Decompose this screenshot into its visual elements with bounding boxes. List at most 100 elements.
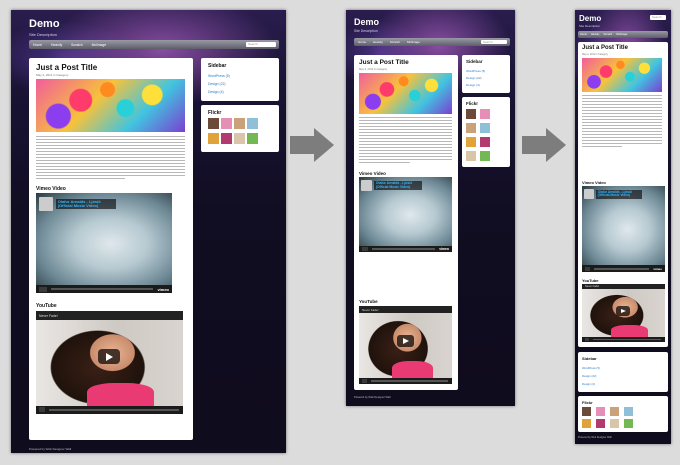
play-icon[interactable] [585, 338, 589, 342]
vimeo-progress-bar[interactable] [51, 287, 154, 291]
nav-item-home[interactable]: Home [580, 33, 587, 36]
youtube-controls [359, 377, 452, 384]
youtube-title-bar: Never Fade! [359, 306, 452, 314]
vimeo-player[interactable]: Olafur Arnalds - Ljósiö (Official Music … [582, 186, 665, 272]
youtube-play-button[interactable] [98, 349, 120, 364]
youtube-title-bar: Never Fade! [36, 311, 183, 321]
nav-item-mclimage[interactable]: Mclimage [616, 33, 627, 36]
site-footer: Powered by Web Designer Wall [578, 436, 612, 439]
sidebar-link-design[interactable]: Design (22) [582, 374, 596, 378]
sidebar-link-design-2[interactable]: Design (4) [466, 83, 480, 87]
post-body-text [582, 95, 662, 149]
post-featured-image [359, 73, 452, 114]
play-icon[interactable] [362, 378, 367, 383]
vimeo-logo[interactable]: vimeo [157, 287, 172, 292]
vimeo-header: Olafur Arnalds - Ljósiö (Official Music … [38, 197, 170, 211]
sidebar-link-wordpress[interactable]: WordPress (5) [208, 74, 230, 78]
play-icon[interactable] [585, 266, 590, 271]
search-input[interactable]: Search [246, 42, 276, 47]
sidebar-panel: Sidebar WordPress (5) Design (22) Design… [578, 352, 668, 392]
youtube-video-title[interactable]: Never Fade! [585, 285, 599, 288]
vimeo-video-title[interactable]: Olafur Arnalds - Ljósiö (Official Music … [373, 180, 422, 191]
site-title[interactable]: Demo [29, 18, 60, 30]
nav-item-heavily[interactable]: Heavily [373, 40, 383, 44]
site-title[interactable]: Demo [579, 14, 601, 23]
site-footer: Powered by Web Designer Wall [354, 396, 391, 399]
post-featured-image [582, 58, 662, 92]
search-input[interactable]: Search [481, 40, 507, 44]
youtube-progress-bar[interactable] [371, 379, 448, 382]
search-input[interactable]: Search [650, 15, 666, 20]
nav-item-scratch[interactable]: Scratch [71, 43, 83, 47]
vimeo-logo[interactable]: vimeo [439, 247, 452, 251]
vimeo-logo[interactable]: vimeo [653, 267, 665, 271]
vimeo-avatar [360, 180, 372, 191]
sidebar-title: Sidebar [208, 63, 227, 69]
post-body-text [359, 117, 452, 165]
desktop-layout-frame: Demo Site Description Home Heavily Scrat… [11, 10, 286, 453]
site-footer: Powered by Web Designer Wall [29, 447, 72, 451]
youtube-play-button[interactable] [616, 306, 630, 316]
nav-item-mclimage[interactable]: Mclimage [407, 40, 420, 44]
site-title[interactable]: Demo [354, 17, 379, 27]
nav-item-scratch[interactable]: Scratch [390, 40, 400, 44]
sidebar-link-wordpress[interactable]: WordPress (5) [466, 69, 485, 73]
play-icon[interactable] [39, 286, 47, 292]
vimeo-video-title[interactable]: Olafur Arnalds - Ljósiö (Official Music … [595, 189, 642, 199]
youtube-player[interactable]: Never Fade! [359, 306, 452, 384]
sidebar-link-wordpress[interactable]: WordPress (5) [582, 366, 600, 370]
nav-item-mclimage[interactable]: Mclimage [92, 43, 107, 47]
mobile-layout-frame: Demo Site Description Search Home Heavil… [575, 10, 671, 444]
vimeo-player[interactable]: Olafur Arnalds - Ljósiö (Official Music … [36, 193, 172, 293]
youtube-player[interactable]: Never Fade! [36, 311, 183, 414]
post-title[interactable]: Just a Post Title [36, 63, 97, 72]
sidebar-link-design[interactable]: Design (22) [208, 82, 226, 86]
nav-item-home[interactable]: Home [33, 43, 42, 47]
main-nav: Home Heavily Scratch Mclimage Search [354, 38, 510, 46]
youtube-play-button[interactable] [397, 335, 414, 347]
vimeo-controls: vimeo [582, 265, 665, 272]
youtube-heading: YouTube [359, 299, 378, 304]
nav-item-scratch[interactable]: Scratch [603, 33, 612, 36]
vimeo-header: Olafur Arnalds - Ljósiö (Official Music … [583, 189, 664, 200]
youtube-player[interactable]: Never Fade! [582, 284, 665, 342]
youtube-video-title[interactable]: Never Fade! [39, 314, 58, 318]
youtube-progress-bar[interactable] [49, 408, 179, 412]
site-description: Site Description [579, 24, 601, 28]
post-title[interactable]: Just a Post Title [359, 59, 409, 66]
play-icon[interactable] [39, 407, 45, 413]
vimeo-heading: Vimeo Video [582, 180, 606, 185]
nav-item-heavily[interactable]: Heavily [51, 43, 62, 47]
youtube-heading: YouTube [582, 278, 599, 283]
play-icon[interactable] [362, 247, 368, 251]
sidebar-link-design[interactable]: Design (22) [466, 76, 482, 80]
sidebar-link-design-2[interactable]: Design (4) [208, 90, 224, 94]
vimeo-player[interactable]: Olafur Arnalds - Ljósiö (Official Music … [359, 177, 452, 252]
nav-item-heavily[interactable]: Heavily [591, 33, 600, 36]
content-panel: Just a Post Title May 4, 2011 in Categor… [354, 55, 458, 390]
sidebar-title: Sidebar [466, 59, 483, 64]
post-meta: May 4, 2011 in Category [36, 73, 69, 77]
vimeo-progress-bar[interactable] [594, 267, 650, 270]
vimeo-video-title[interactable]: Olafur Arnalds - Ljósiö (Official Music … [55, 198, 116, 210]
youtube-heading: YouTube [36, 303, 57, 309]
youtube-progress-bar[interactable] [593, 339, 661, 341]
vimeo-avatar [38, 197, 53, 211]
content-panel: Just a Post Title May 4, 2011 in Categor… [29, 58, 193, 440]
vimeo-heading: Vimeo Video [36, 186, 66, 192]
post-featured-image [36, 79, 185, 132]
vimeo-progress-bar[interactable] [372, 248, 436, 250]
flickr-photo-grid[interactable] [466, 109, 506, 165]
nav-item-home[interactable]: Home [358, 40, 366, 44]
main-nav: Home Heavily Scratch Mclimage [578, 31, 668, 38]
sidebar-panel: Sidebar WordPress (5) Design (22) Design… [462, 55, 510, 93]
flickr-panel: Flickr [462, 97, 510, 167]
flickr-panel: Flickr [578, 396, 668, 432]
post-meta: May 4, 2011 in Category [582, 53, 608, 56]
site-description: Site Description [354, 29, 378, 33]
flickr-photo-grid[interactable] [582, 407, 664, 429]
youtube-video-title[interactable]: Never Fade! [362, 308, 379, 312]
post-title[interactable]: Just a Post Title [582, 45, 628, 51]
sidebar-link-design-2[interactable]: Design (4) [582, 382, 595, 386]
flickr-photo-grid[interactable] [208, 118, 260, 148]
